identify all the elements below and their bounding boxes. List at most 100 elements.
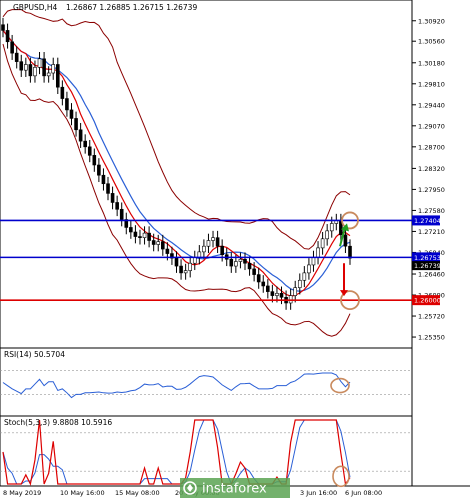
candle-body (256, 274, 261, 283)
candle-body (147, 232, 151, 241)
candle-body (188, 262, 192, 271)
y-tick-label: 1.25350 (418, 334, 445, 342)
candle-body (28, 64, 33, 77)
ohlc-label: 1.26867 1.26885 1.26715 1.26739 (66, 3, 197, 12)
price-panel (0, 0, 413, 349)
x-tick-label: 10 May 16:00 (60, 489, 105, 497)
y-tick-label: 1.27210 (418, 228, 445, 236)
y-tick-label: 1.28320 (418, 165, 445, 173)
y-tick-label: 1.29070 (418, 122, 445, 130)
candle-body (211, 237, 215, 241)
candle-body (297, 279, 302, 288)
candle-body (60, 86, 65, 99)
x-tick-label: 15 May 08:00 (115, 489, 160, 497)
candle-body (229, 258, 234, 267)
candle-body (69, 109, 74, 119)
candle-body (119, 208, 124, 220)
y-tick-label: 1.30180 (418, 59, 445, 67)
candle-body (275, 293, 279, 296)
last-price-label: 1.26739 (414, 262, 441, 270)
y-tick-label: 1.30560 (418, 38, 445, 46)
candle-body (270, 291, 275, 296)
candle-body (106, 183, 110, 194)
candle-body (10, 41, 14, 54)
candle-body (215, 237, 220, 247)
y-tick-label: 1.27950 (418, 186, 445, 194)
stoch-label: Stoch(5,3,3) 9.8808 10.5916 (4, 418, 112, 427)
candle-body (252, 268, 256, 275)
candle-body (42, 58, 46, 77)
candle-body (151, 240, 156, 245)
y-tick-label: 1.29810 (418, 80, 445, 88)
candle-body (206, 240, 211, 247)
candle-body (55, 64, 60, 88)
candle-body (311, 257, 316, 266)
candle-body (329, 223, 334, 232)
candle-body (348, 245, 352, 259)
candle-body (234, 261, 238, 267)
x-tick-label: 6 Jun 08:00 (345, 489, 382, 497)
candle-body (243, 258, 247, 264)
level-label: 1.26000 (414, 297, 441, 305)
candle-body (51, 64, 56, 74)
candle-body (174, 257, 179, 267)
candle-body (138, 236, 142, 238)
candle-body (307, 264, 311, 274)
candle-body (316, 247, 320, 258)
candle-body (161, 241, 165, 250)
candle-body (302, 272, 307, 281)
candle-body (101, 174, 106, 185)
watermark-logo: instaforex (180, 478, 290, 498)
candle-body (183, 270, 188, 274)
y-tick-label: 1.25720 (418, 313, 445, 321)
candle-body (78, 129, 83, 142)
candle-body (266, 285, 270, 292)
candle-body (156, 241, 161, 245)
y-tick-label: 1.29440 (418, 101, 445, 109)
candle-body (97, 164, 101, 176)
level-label: 1.26753 (414, 254, 441, 262)
trading-chart: 1.30920 1.30560 1.30180 1.29810 1.29440 1.290… (0, 0, 470, 497)
level-label: 1.27404 (414, 217, 441, 225)
candle-body (65, 98, 69, 111)
candle-body (129, 227, 133, 233)
candle-body (261, 281, 266, 287)
y-tick-label: 1.26460 (418, 271, 445, 279)
candle-body (87, 146, 92, 156)
candle-body (37, 58, 42, 68)
candle-body (343, 234, 348, 247)
symbol-label: GBPUSD,H4 (13, 3, 58, 12)
rsi-label: RSI(14) 50.5704 (4, 350, 65, 359)
candle-body (142, 232, 147, 238)
candle-body (288, 295, 293, 304)
candle-body (192, 257, 197, 264)
candle-body (19, 61, 24, 71)
candle-body (179, 265, 183, 274)
candle-body (74, 118, 78, 131)
x-tick-label: 3 Jun 16:00 (300, 489, 337, 497)
candle-body (293, 287, 298, 296)
candle-body (5, 30, 10, 43)
candle-body (115, 202, 119, 210)
candle-body (220, 245, 224, 256)
candle-body (46, 72, 51, 77)
y-tick-label: 1.30920 (418, 17, 445, 25)
candle-body (92, 155, 97, 166)
candle-body (279, 293, 284, 298)
candle-body (110, 193, 115, 203)
candle-body (320, 238, 325, 249)
candle-body (165, 248, 170, 254)
candle-body (325, 230, 329, 240)
candle-body (247, 262, 252, 270)
y-tick-label: 1.27580 (418, 207, 445, 215)
candle-body (238, 258, 243, 262)
y-tick-label: 1.28700 (418, 143, 445, 151)
candle-body (202, 245, 206, 253)
candle-body (33, 67, 37, 77)
candle-body (1, 24, 5, 31)
candle-body (24, 64, 28, 71)
candle-body (133, 231, 138, 237)
candle-body (83, 140, 87, 148)
watermark-text: instaforex (202, 482, 267, 497)
candle-body (14, 52, 19, 62)
